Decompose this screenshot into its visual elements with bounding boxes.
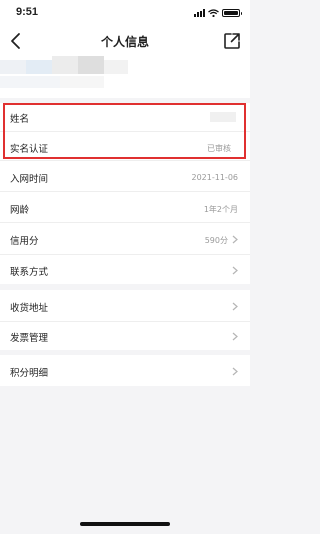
- network-age-value: 1年2个月: [203, 205, 238, 214]
- row-label: 发票管理: [10, 333, 49, 344]
- row-label: 网龄: [10, 205, 30, 216]
- chevron-right-icon: [232, 235, 238, 244]
- chevron-right-icon: [232, 367, 238, 376]
- profile-header-blurred: [0, 56, 250, 98]
- row-label: 入网时间: [10, 174, 49, 185]
- wifi-icon: [208, 9, 219, 17]
- status-time: 9:51: [16, 6, 39, 18]
- row-credit-score[interactable]: 信用分 590分: [0, 223, 250, 254]
- row-label: 联系方式: [10, 267, 49, 278]
- row-invoice-management[interactable]: 发票管理: [0, 322, 250, 350]
- row-network-age: 网龄 1年2个月: [0, 192, 250, 222]
- blurred-block: [60, 76, 104, 88]
- battery-icon: [222, 9, 242, 17]
- blurred-block: [26, 60, 52, 74]
- chevron-right-icon: [232, 266, 238, 275]
- signal-icon: [194, 9, 205, 17]
- home-indicator: [80, 522, 170, 526]
- row-join-date: 入网时间 2021-11-06: [0, 161, 250, 191]
- blurred-block: [78, 56, 104, 74]
- share-icon[interactable]: [222, 31, 242, 51]
- row-label: 积分明细: [10, 368, 49, 379]
- status-icons: [194, 8, 242, 18]
- join-date-value: 2021-11-06: [191, 173, 239, 182]
- row-contact[interactable]: 联系方式: [0, 255, 250, 284]
- blurred-block: [0, 76, 60, 88]
- highlight-box: [3, 103, 246, 159]
- status-bar: 9:51: [0, 0, 250, 26]
- chevron-right-icon: [232, 332, 238, 341]
- page-title: 个人信息: [100, 35, 149, 49]
- nav-bar: 个人信息: [0, 26, 250, 56]
- blurred-block: [104, 60, 128, 74]
- row-points-details[interactable]: 积分明细: [0, 355, 250, 386]
- row-label: 信用分: [10, 236, 39, 247]
- row-shipping-address[interactable]: 收货地址: [0, 290, 250, 321]
- chevron-right-icon: [232, 302, 238, 311]
- row-label: 收货地址: [10, 303, 49, 314]
- blurred-block: [0, 60, 26, 74]
- credit-score-value: 590分: [204, 236, 228, 245]
- blurred-block: [52, 56, 78, 74]
